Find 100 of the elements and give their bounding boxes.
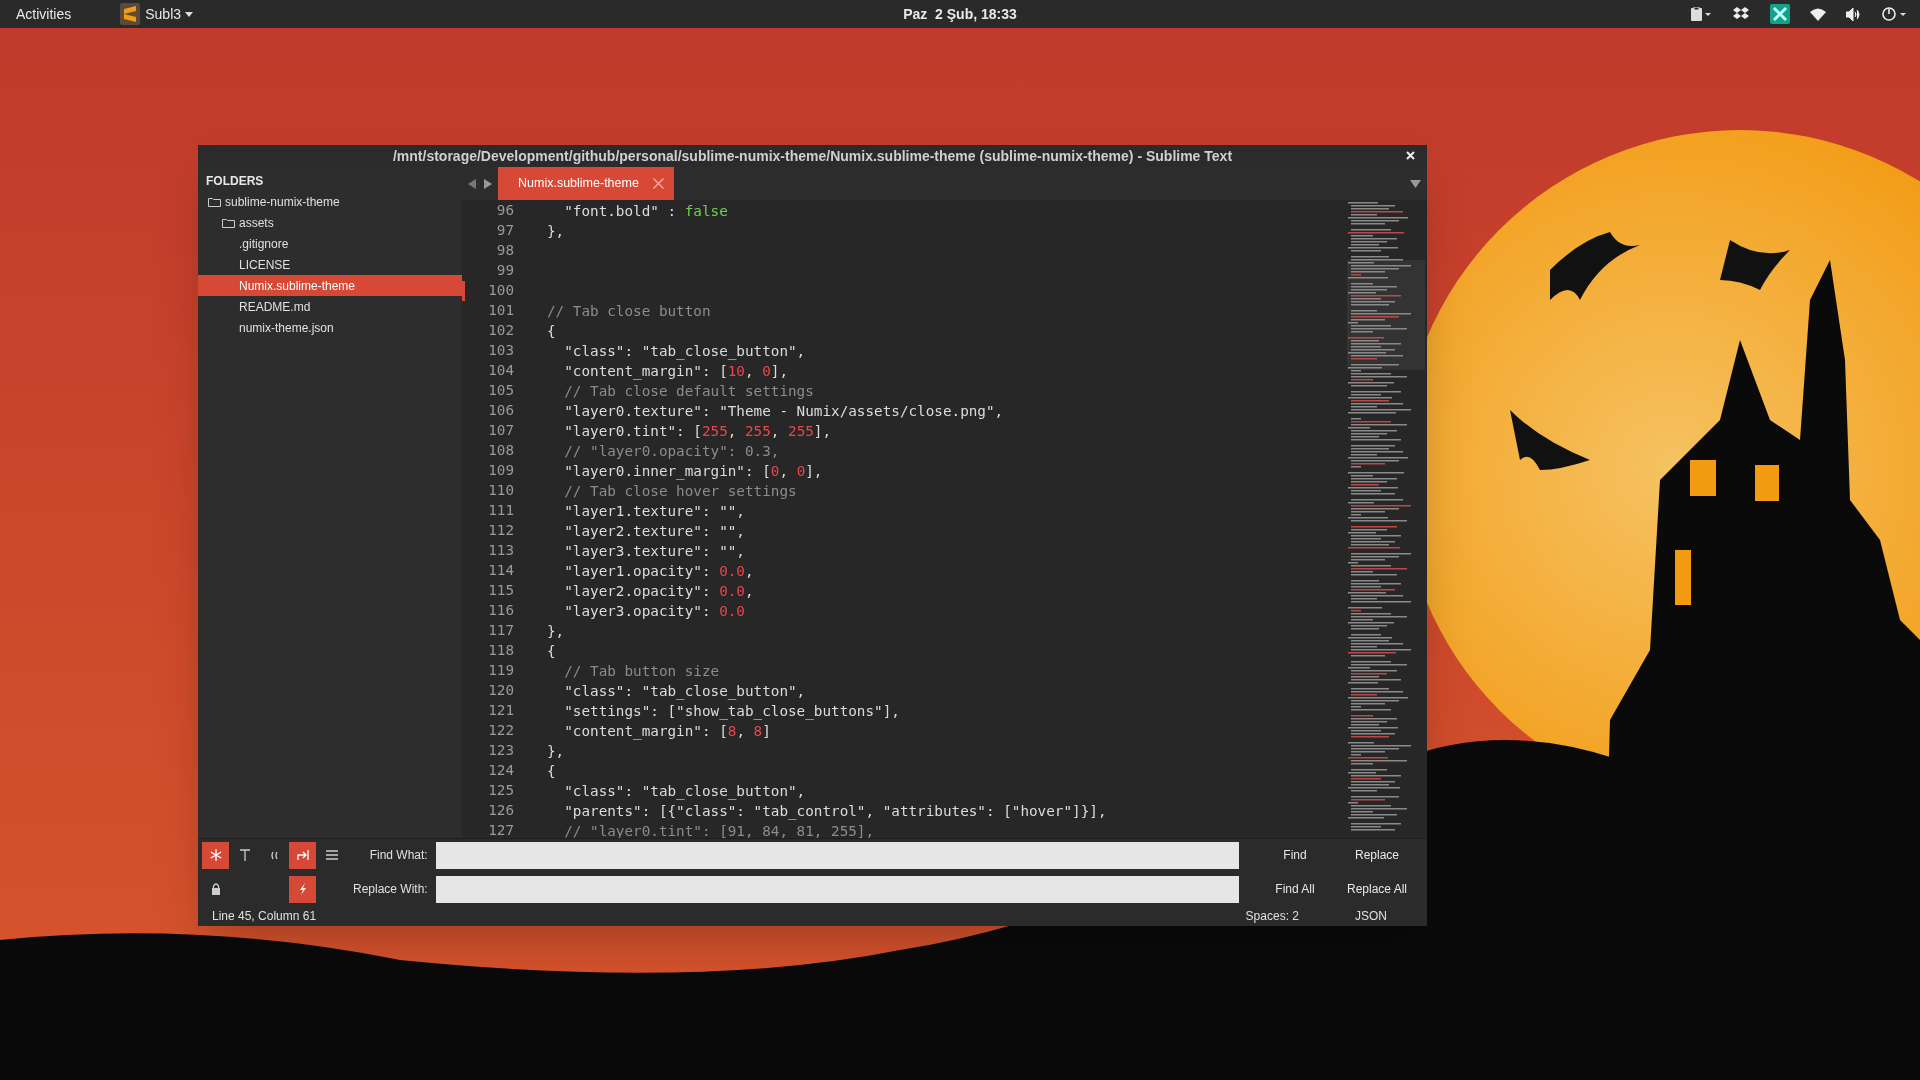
- file-item[interactable]: README.md: [198, 296, 462, 317]
- caret-icon: [185, 11, 194, 17]
- wrap-toggle[interactable]: [289, 841, 316, 869]
- folder-icon: [222, 217, 235, 228]
- line-number: 117: [488, 621, 514, 641]
- replace-button[interactable]: Replace All: [1335, 875, 1419, 903]
- code-line: },: [547, 623, 565, 639]
- folder-item[interactable]: sublime-numix-theme: [198, 191, 462, 212]
- line-number: 109: [488, 461, 514, 481]
- code-line: "content_margin": [8, 8]: [563, 723, 771, 739]
- code-line: "font.bold" : false: [563, 203, 728, 219]
- forward-arrow-icon[interactable]: [484, 178, 492, 189]
- line-number: 97: [496, 221, 514, 241]
- code-comment: // Tab close button: [547, 303, 711, 319]
- replace-button[interactable]: Replace: [1335, 841, 1419, 869]
- code-comment: // Tab close hover settings: [563, 483, 797, 499]
- clock[interactable]: Paz 2 Şub, 18:33: [903, 3, 1017, 25]
- line-number: 102: [488, 321, 514, 341]
- code-line: {: [547, 643, 556, 659]
- power-icon[interactable]: [1882, 7, 1908, 21]
- code-comment: // Tab button size: [563, 663, 720, 679]
- code-line: {: [547, 323, 556, 339]
- find-field[interactable]: [435, 841, 1239, 869]
- line-number: 98: [496, 241, 514, 261]
- code-line: "layer3.opacity": 0.0: [563, 603, 745, 619]
- code-line: "class": "tab_close_button",: [563, 683, 806, 699]
- line-number: 114: [488, 561, 514, 581]
- line-number: 126: [488, 801, 514, 821]
- lightning-icon: [298, 882, 307, 896]
- code-line: "content_margin": [10, 0],: [563, 363, 789, 379]
- line-number: 96: [496, 201, 514, 221]
- dropdown-arrow-icon[interactable]: [1410, 180, 1421, 188]
- activities-button[interactable]: Activities: [12, 3, 76, 25]
- folder-icon: [208, 196, 221, 207]
- line-number: 100: [488, 281, 514, 301]
- app-icon: [119, 2, 142, 26]
- back-arrow-icon[interactable]: [468, 178, 476, 189]
- code-line: "layer0.inner_margin": [0, 0],: [563, 463, 823, 479]
- line-number: 120: [488, 681, 514, 701]
- code-line: {: [547, 763, 556, 779]
- syntax-status[interactable]: JSON: [1355, 906, 1387, 925]
- wifi-icon[interactable]: [1810, 7, 1826, 21]
- cursor-position: Line 45, Column 61: [212, 907, 317, 925]
- line-number: 103: [488, 341, 514, 361]
- file-item[interactable]: Numix.sublime-theme: [198, 275, 462, 296]
- volume-icon[interactable]: [1846, 7, 1862, 21]
- line-number: 110: [488, 481, 514, 501]
- editor-tab[interactable]: Numix.sublime-theme: [498, 167, 674, 200]
- file-item[interactable]: numix-theme.json: [198, 317, 462, 338]
- line-number: 119: [488, 661, 514, 681]
- code-line: "layer2.texture": "",: [563, 523, 745, 539]
- window-title: /mnt/storage/Development/github/personal/sublime-numix-theme/Numix.sublime-theme (sublime-numix-theme) - Sublime Text: [392, 146, 1233, 166]
- line-number: 111: [488, 501, 514, 521]
- line-number: 122: [488, 721, 514, 741]
- replace-field[interactable]: [435, 875, 1239, 903]
- code-line: },: [547, 743, 565, 759]
- line-number: 115: [488, 581, 514, 601]
- find-button[interactable]: Find All: [1255, 875, 1335, 903]
- sidebar-heading: FOLDERS: [205, 173, 265, 190]
- line-number: 107: [488, 421, 514, 441]
- replace-label: Replace With:: [353, 880, 428, 898]
- code-line: "parents": [{"class": "tab_control", "attributes": ["hover"]}],: [563, 803, 1107, 819]
- file-item[interactable]: .gitignore: [198, 233, 462, 254]
- line-number: 108: [488, 441, 514, 461]
- clipboard-icon[interactable]: [1690, 7, 1712, 21]
- code-line: "layer1.opacity": 0.0,: [563, 563, 754, 579]
- line-number: 125: [488, 781, 514, 801]
- code-line: "layer0.tint": [255, 255, 255],: [563, 423, 832, 439]
- regex-toggle[interactable]: [202, 841, 229, 869]
- line-number: 116: [488, 601, 514, 621]
- code-comment: // "layer0.opacity": 0.3,: [563, 443, 780, 459]
- code-line: "layer2.opacity": 0.0,: [563, 583, 754, 599]
- code-line: },: [547, 223, 565, 239]
- code-line: "layer0.texture": "Theme - Numix/assets/close.png",: [563, 403, 1004, 419]
- indentation-status[interactable]: Spaces: 2: [1245, 906, 1299, 925]
- line-number: 105: [488, 381, 514, 401]
- app-indicator-icon[interactable]: [1770, 4, 1790, 24]
- line-number: 99: [496, 261, 514, 281]
- line-number: 106: [488, 401, 514, 421]
- code-comment: // Tab close default settings: [563, 383, 814, 399]
- code-line: "class": "tab_close_button",: [563, 343, 806, 359]
- code-line: "class": "tab_close_button",: [563, 783, 806, 799]
- line-number: 113: [488, 541, 514, 561]
- find-button[interactable]: Find: [1255, 841, 1335, 869]
- code-line: "layer3.texture": "",: [563, 543, 745, 559]
- line-number: 104: [488, 361, 514, 381]
- find-label: Find What:: [369, 846, 428, 864]
- folder-item[interactable]: assets: [198, 212, 462, 233]
- line-number: 127: [488, 821, 514, 838]
- line-number: 118: [488, 641, 514, 661]
- lightning-toggle[interactable]: [289, 875, 316, 903]
- line-number: 123: [488, 741, 514, 761]
- line-number: 112: [488, 521, 514, 541]
- code-line: "settings": ["show_tab_close_buttons"],: [563, 703, 900, 719]
- file-item[interactable]: LICENSE: [198, 254, 462, 275]
- code-line: "layer1.texture": "",: [563, 503, 745, 519]
- app-menu[interactable]: Subl3: [145, 3, 182, 25]
- dropbox-icon[interactable]: [1732, 6, 1750, 22]
- whole-word-icon: [269, 850, 278, 860]
- line-number: 121: [488, 701, 514, 721]
